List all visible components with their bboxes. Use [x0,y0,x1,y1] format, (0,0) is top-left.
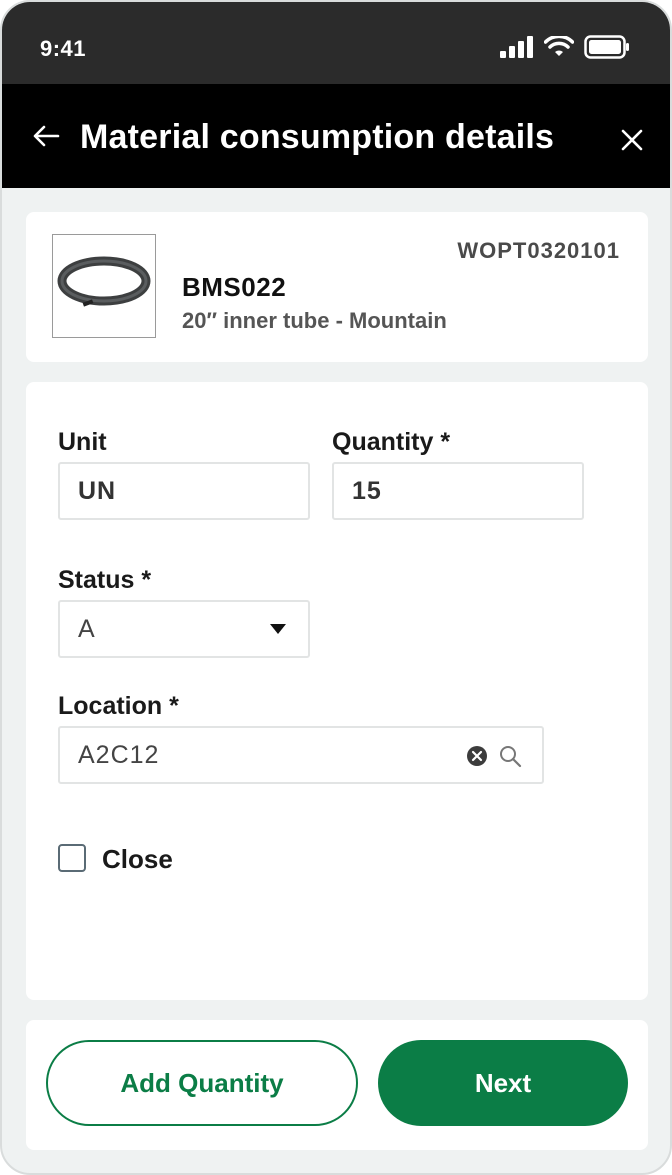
battery-icon [584,35,629,59]
add-quantity-button[interactable]: Add Quantity [46,1040,358,1126]
location-label: Location * [58,692,179,720]
item-card: WOPT0320101 BMS022 20″ inner tube - Moun… [26,212,648,362]
item-thumbnail [52,234,156,338]
form-card: Unit UN Quantity * 15 Status * A Locatio… [26,382,648,1000]
work-order-code: WOPT0320101 [457,238,620,263]
quantity-label: Quantity * [332,428,451,456]
status-time: 9:41 [40,36,87,61]
footer-actions: Add Quantity Next [26,1020,648,1150]
caret-down-icon [270,624,286,634]
status-select[interactable]: A [58,600,310,658]
status-icons [500,34,630,60]
signal-icon [500,36,533,58]
status-value: A [78,614,96,643]
status-bar: 9:41 [2,2,670,84]
device-frame: 9:41 Material consumption details WOPT03… [0,0,672,1175]
unit-field: UN [58,462,310,520]
back-arrow-icon[interactable] [32,122,60,150]
clear-icon[interactable] [466,745,488,767]
location-value: A2C12 [78,740,160,769]
unit-label: Unit [58,428,107,456]
app-header: Material consumption details [2,84,670,188]
location-input[interactable]: A2C12 [58,726,544,784]
item-description: 20″ inner tube - Mountain [182,308,447,333]
unit-value: UN [78,476,117,505]
wifi-icon [544,36,574,56]
next-button[interactable]: Next [378,1040,628,1126]
close-checkbox-label[interactable]: Close [102,844,173,875]
page-title: Material consumption details [80,118,555,156]
status-label: Status * [58,566,152,594]
search-icon[interactable] [498,744,522,768]
quantity-input[interactable]: 15 [332,462,584,520]
quantity-value: 15 [352,476,382,505]
item-code: BMS022 [182,272,287,302]
close-icon[interactable] [620,128,644,152]
close-checkbox[interactable] [58,844,86,872]
inner-tube-image [57,256,151,307]
